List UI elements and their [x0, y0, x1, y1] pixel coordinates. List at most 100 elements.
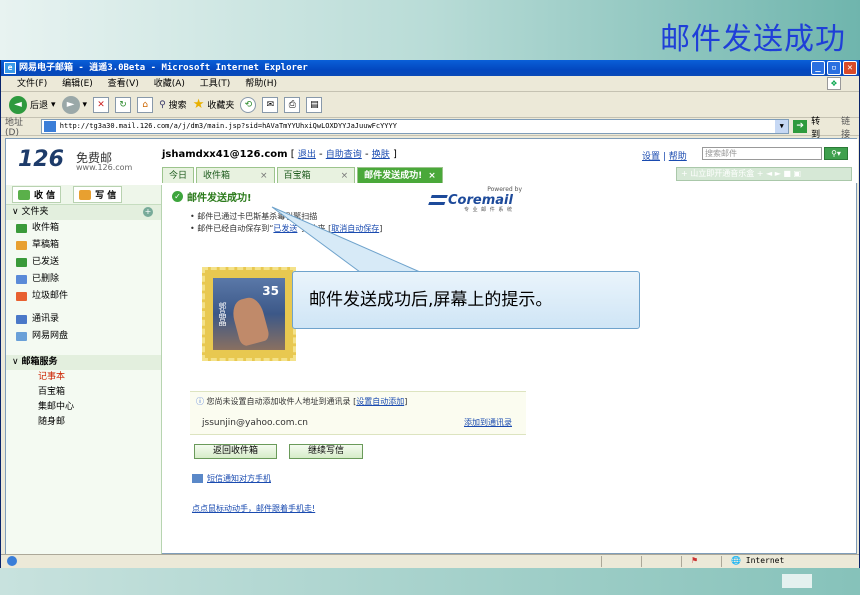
service-stamp-center[interactable]: 集邮中心	[6, 400, 161, 415]
sidebar-item-netdisk[interactable]: 网易网盘	[6, 328, 161, 345]
window-title: 网易电子邮箱 - 逍遥3.0Beta - Microsoft Internet …	[19, 63, 308, 73]
mail-search-button[interactable]: ⚲▾	[824, 147, 848, 160]
promo-link[interactable]: 点点鼠标动动手，邮件跟着手机走!	[192, 503, 315, 514]
add-contact-link[interactable]: 添加到通讯录	[464, 417, 512, 428]
mail-header: 126 免费邮 www.126.com jshamdxx41@126.com […	[6, 139, 858, 183]
back-button[interactable]: ◄ 后退 ▾	[9, 95, 56, 114]
coremail-logo: Powered by Coremail 专 业 邮 件 系 统	[428, 185, 530, 213]
add-folder-icon[interactable]: +	[143, 207, 153, 217]
menu-view[interactable]: 查看(V)	[108, 79, 139, 89]
note-saved: • 邮件已经自动保存到“已发送”文件夹 [取消自动保存]	[190, 224, 383, 233]
music-ticker[interactable]: + 山立即开通音乐盒 + ◄ ► ■ ▣	[676, 167, 852, 181]
sidebar-item-drafts[interactable]: 草稿箱	[6, 237, 161, 254]
phone-icon	[192, 474, 203, 483]
receive-icon	[18, 189, 30, 200]
success-heading: ✓ 邮件发送成功!	[172, 189, 252, 204]
skin-link[interactable]: 换肤	[372, 150, 390, 160]
toolbar: ◄ 后退 ▾ ► ▾ ✕ ↻ ⌂ ⚲ 搜索 ★ 收藏夹 ⟲ ✉ ⎙ ▤	[1, 92, 859, 118]
settings-link[interactable]: 设置	[642, 152, 660, 162]
back-to-inbox-button[interactable]: 返回收件箱	[194, 444, 278, 459]
menu-file[interactable]: 文件(F)	[17, 79, 47, 89]
diver-figure	[229, 294, 271, 348]
close-icon[interactable]: ×	[341, 171, 349, 181]
menu-edit[interactable]: 编辑(E)	[62, 79, 93, 89]
go-button[interactable]: 转到	[811, 114, 829, 140]
close-icon[interactable]: ×	[260, 171, 268, 181]
ie-icon: e	[4, 62, 16, 74]
internet-zone: 🌐 Internet	[731, 556, 785, 565]
inbox-icon	[16, 224, 27, 233]
menu-favorites[interactable]: 收藏(A)	[154, 79, 185, 89]
menu-tools[interactable]: 工具(T)	[200, 79, 231, 89]
main-panel: ✓ 邮件发送成功! Powered by Coremail 专 业 邮 件 系 …	[166, 185, 856, 555]
back-arrow-icon: ◄	[9, 95, 27, 114]
minimize-button[interactable]: _	[811, 61, 825, 75]
set-auto-add-link[interactable]: 设置自动添加	[356, 397, 404, 406]
logo-url: www.126.com	[76, 163, 133, 172]
service-treasure[interactable]: 百宝箱	[6, 385, 161, 400]
menu-bar: 文件(F) 编辑(E) 查看(V) 收藏(A) 工具(T) 帮助(H) ❖	[1, 76, 859, 92]
history-icon[interactable]: ⟲	[240, 96, 257, 113]
forward-button[interactable]: ► ▾	[61, 95, 87, 114]
tab-today[interactable]: 今日	[162, 167, 195, 183]
write-button[interactable]: 写 信	[73, 186, 123, 203]
pencil-icon	[79, 189, 92, 200]
slide-footer	[0, 568, 860, 595]
user-info: jshamdxx41@126.com [ 退出 - 自助查询 - 换肤 ]	[162, 149, 397, 160]
windows-logo-icon: ❖	[827, 77, 841, 90]
self-query-link[interactable]: 自助查询	[326, 150, 362, 160]
sidebar-item-sent[interactable]: 已发送	[6, 254, 161, 271]
auto-add-box: ⓘ 您尚未设置自动添加收件人地址到通讯录 [设置自动添加] jssunjin@y…	[190, 391, 526, 435]
refresh-icon[interactable]: ↻	[115, 96, 132, 113]
print-icon[interactable]: ⎙	[284, 96, 301, 113]
help-link[interactable]: 帮助	[669, 152, 687, 162]
receive-button[interactable]: 收 信	[12, 186, 62, 203]
close-icon[interactable]: ×	[428, 171, 436, 181]
window-titlebar: e 网易电子邮箱 - 逍遥3.0Beta - Microsoft Interne…	[1, 60, 859, 76]
tab-send-success[interactable]: 邮件发送成功! ×	[357, 167, 443, 183]
links-label[interactable]: 链接	[841, 114, 859, 140]
mail-search-input[interactable]: 搜索邮件	[702, 147, 822, 160]
favorites-button[interactable]: ★ 收藏夹	[193, 97, 235, 112]
stop-icon[interactable]: ✕	[93, 96, 110, 113]
address-label: 地址(D)	[5, 118, 24, 138]
sent-folder-link[interactable]: 已发送	[273, 224, 297, 233]
home-icon[interactable]: ⌂	[137, 96, 154, 113]
logout-link[interactable]: 退出	[298, 150, 316, 160]
menu-help[interactable]: 帮助(H)	[245, 79, 277, 89]
info-icon: ⓘ	[196, 397, 204, 406]
chevron-down-icon[interactable]: ▼	[775, 120, 789, 133]
services-header[interactable]: ∨ 邮箱服务	[6, 355, 161, 370]
folders-header[interactable]: ∨ 文件夹 +	[6, 205, 161, 220]
edit-icon[interactable]: ▤	[306, 96, 323, 113]
sidebar: 收 信 写 信 ∨ 文件夹 + 收件箱 草稿箱 已发送 已删除 垃圾邮件 通讯录 …	[6, 185, 162, 555]
search-button[interactable]: ⚲ 搜索	[159, 98, 187, 112]
tab-inbox[interactable]: 收件箱 ×	[196, 167, 275, 183]
mail-icon[interactable]: ✉	[262, 96, 279, 113]
sidebar-item-inbox[interactable]: 收件箱	[6, 220, 161, 237]
sms-notify-link[interactable]: 短信通知对方手机	[192, 473, 271, 484]
address-input[interactable]: http://tg3a30.mail.126.com/a/j/dm3/main.…	[40, 119, 790, 134]
cancel-autosave-link[interactable]: 取消自动保存	[331, 224, 379, 233]
top-links: 设置 | 帮助	[642, 152, 687, 162]
maximize-button[interactable]: ▫	[827, 61, 841, 75]
sidebar-item-spam[interactable]: 垃圾邮件	[6, 288, 161, 305]
forward-arrow-icon: ►	[61, 95, 80, 114]
continue-write-button[interactable]: 继续写信	[289, 444, 364, 459]
sent-icon	[16, 258, 27, 267]
tab-treasure[interactable]: 百宝箱 ×	[276, 167, 356, 183]
go-arrow-icon[interactable]: ➔	[793, 120, 808, 133]
trash-icon	[16, 275, 27, 284]
star-icon: ★	[192, 97, 205, 112]
check-icon: ✓	[172, 191, 183, 202]
service-notepad[interactable]: 记事本	[6, 370, 161, 385]
sidebar-item-deleted[interactable]: 已删除	[6, 271, 161, 288]
page-content: 126 免费邮 www.126.com jshamdxx41@126.com […	[5, 138, 858, 555]
send-notes: • 邮件已通过卡巴斯基杀毒引擎扫描 • 邮件已经自动保存到“已发送”文件夹 [取…	[190, 211, 382, 235]
netdisk-icon	[16, 332, 27, 341]
slide-title: 邮件发送成功	[660, 22, 846, 57]
service-mobile-mail[interactable]: 随身邮	[6, 415, 161, 430]
status-bar: ⚑ 🌐 Internet	[1, 554, 859, 567]
sidebar-item-contacts[interactable]: 通讯录	[6, 311, 161, 328]
close-button[interactable]: ✕	[843, 61, 857, 75]
